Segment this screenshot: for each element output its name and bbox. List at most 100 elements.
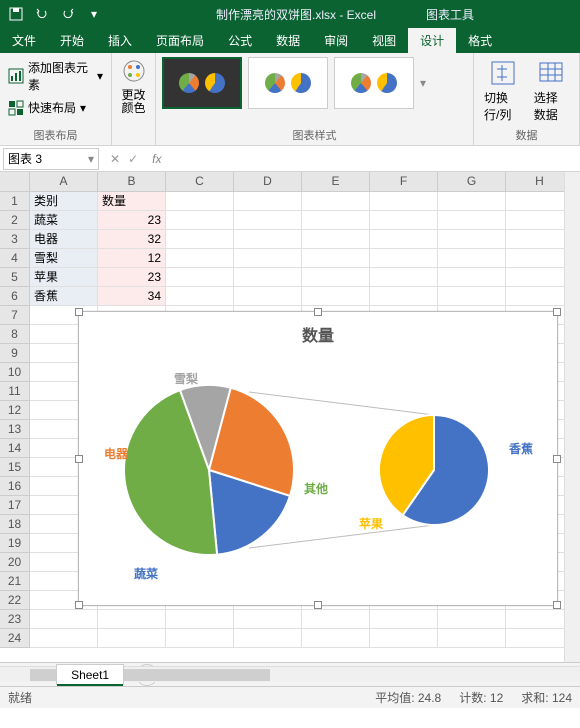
row-header[interactable]: 4 [0,249,30,268]
row-header[interactable]: 20 [0,553,30,572]
tab-design[interactable]: 设计 [408,28,456,53]
cell[interactable] [302,268,370,287]
cell[interactable] [302,249,370,268]
cell[interactable] [166,249,234,268]
row-header[interactable]: 14 [0,439,30,458]
cell[interactable] [438,629,506,648]
cell[interactable] [302,610,370,629]
cell[interactable] [302,192,370,211]
chart-style-2[interactable] [248,57,328,109]
cell[interactable] [30,610,98,629]
worksheet-grid[interactable]: A B C D E F G H 1类别数量2蔬菜233电器324雪梨125苹果2… [0,172,580,662]
cell[interactable] [438,249,506,268]
row-header[interactable]: 7 [0,306,30,325]
cell[interactable] [234,268,302,287]
resize-handle[interactable] [75,308,83,316]
row-header[interactable]: 22 [0,591,30,610]
cell[interactable]: 32 [98,230,166,249]
cell[interactable] [234,211,302,230]
tab-formulas[interactable]: 公式 [216,28,264,53]
cell[interactable] [438,211,506,230]
redo-icon[interactable] [58,4,78,24]
resize-handle[interactable] [314,601,322,609]
row-header[interactable]: 21 [0,572,30,591]
embedded-chart[interactable]: 数量 雪梨 电器 蔬菜 其他 香蕉 苹果 [78,311,558,606]
row-header[interactable]: 16 [0,477,30,496]
name-box[interactable]: 图表 3 ▾ [3,148,99,170]
row-header[interactable]: 11 [0,382,30,401]
name-box-dropdown-icon[interactable]: ▾ [88,152,94,166]
cell[interactable] [166,629,234,648]
col-header[interactable]: E [302,172,370,191]
cell[interactable] [370,230,438,249]
row-header[interactable]: 17 [0,496,30,515]
tab-view[interactable]: 视图 [360,28,408,53]
cell[interactable] [302,230,370,249]
row-header[interactable]: 9 [0,344,30,363]
cell[interactable] [166,287,234,306]
cell[interactable] [166,230,234,249]
cell[interactable] [166,211,234,230]
tab-review[interactable]: 审阅 [312,28,360,53]
row-header[interactable]: 18 [0,515,30,534]
row-header[interactable]: 6 [0,287,30,306]
cell[interactable] [370,192,438,211]
cell[interactable] [30,629,98,648]
row-header[interactable]: 1 [0,192,30,211]
resize-handle[interactable] [553,308,561,316]
chart-plot-area[interactable]: 雪梨 电器 蔬菜 其他 香蕉 苹果 [79,350,557,600]
row-header[interactable]: 3 [0,230,30,249]
cell[interactable]: 数量 [98,192,166,211]
resize-handle[interactable] [553,601,561,609]
row-header[interactable]: 13 [0,420,30,439]
cell[interactable] [370,610,438,629]
chart-title[interactable]: 数量 [79,312,557,350]
tab-data[interactable]: 数据 [264,28,312,53]
change-colors-button[interactable]: 更改 颜色 [118,57,149,117]
cell[interactable] [166,268,234,287]
cell[interactable]: 蔬菜 [30,211,98,230]
cell[interactable] [302,211,370,230]
cell[interactable] [370,211,438,230]
cell[interactable] [98,610,166,629]
col-header[interactable]: A [30,172,98,191]
cell[interactable]: 23 [98,268,166,287]
cell[interactable] [438,287,506,306]
chart-style-3[interactable] [334,57,414,109]
row-header[interactable]: 2 [0,211,30,230]
tab-insert[interactable]: 插入 [96,28,144,53]
cell[interactable] [234,192,302,211]
cell[interactable] [98,629,166,648]
col-header[interactable]: G [438,172,506,191]
row-header[interactable]: 8 [0,325,30,344]
tab-file[interactable]: 文件 [0,28,48,53]
cell[interactable]: 23 [98,211,166,230]
cell[interactable] [438,230,506,249]
chart-styles-gallery[interactable]: ▾ [162,57,467,109]
add-chart-element-button[interactable]: 添加图表元素▾ [6,57,105,95]
enter-formula-icon[interactable]: ✓ [128,152,138,166]
select-all-corner[interactable] [0,172,30,191]
row-header[interactable]: 23 [0,610,30,629]
fx-icon[interactable]: fx [146,152,167,166]
row-header[interactable]: 12 [0,401,30,420]
quick-layout-button[interactable]: 快速布局▾ [6,97,105,118]
save-icon[interactable] [6,4,26,24]
switch-row-col-button[interactable]: 切换行/列 [480,57,526,125]
cell[interactable] [370,268,438,287]
styles-more-icon[interactable]: ▾ [420,76,426,90]
resize-handle[interactable] [314,308,322,316]
cell[interactable]: 雪梨 [30,249,98,268]
resize-handle[interactable] [75,601,83,609]
row-header[interactable]: 15 [0,458,30,477]
cell[interactable] [234,287,302,306]
row-header[interactable]: 5 [0,268,30,287]
cell[interactable] [234,249,302,268]
cell[interactable]: 类别 [30,192,98,211]
cancel-formula-icon[interactable]: ✕ [110,152,120,166]
cell[interactable] [302,287,370,306]
cell[interactable] [438,610,506,629]
select-data-button[interactable]: 选择数据 [530,57,573,125]
cell[interactable] [370,287,438,306]
formula-input[interactable] [167,149,580,169]
